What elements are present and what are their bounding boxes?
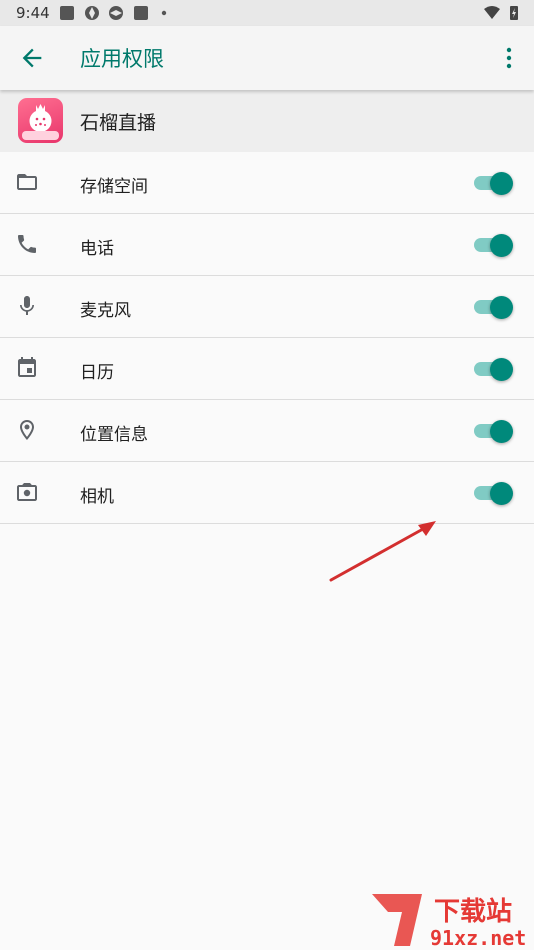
status-time: 9:44 [16, 4, 50, 22]
permission-label: 电话 [80, 239, 114, 259]
permission-list: 存储空间 电话 麦克风 日历 位置信息 相机 [0, 152, 534, 524]
permission-toggle[interactable] [474, 482, 514, 505]
app-header: 石榴直播 [0, 90, 534, 152]
permission-label: 日历 [80, 363, 114, 383]
permission-toggle[interactable] [474, 172, 514, 195]
permission-toggle[interactable] [474, 358, 514, 381]
calendar-icon [18, 357, 36, 377]
aperture-icon [109, 6, 123, 20]
logo-tag [22, 131, 59, 140]
permission-row-phone[interactable]: 电话 [0, 214, 534, 276]
permission-label: 相机 [80, 487, 114, 507]
permission-row-storage[interactable]: 存储空间 [0, 152, 534, 214]
permission-row-location[interactable]: 位置信息 [0, 400, 534, 462]
permission-toggle[interactable] [474, 234, 514, 257]
aperture-icon [85, 6, 99, 20]
more-options-icon[interactable] [497, 44, 521, 72]
watermark-logo: 下载站 91xz.net [372, 894, 526, 950]
square-notification-icon [60, 6, 74, 20]
permission-row-camera[interactable]: 相机 [0, 462, 534, 524]
location-pin-icon [20, 420, 34, 440]
dot-icon [161, 10, 167, 16]
battery-charging-icon [510, 6, 518, 20]
app-bar: 应用权限 [0, 26, 534, 90]
square-notification-icon [134, 6, 148, 20]
watermark-emblem-icon [372, 894, 422, 946]
watermark-title: 下载站 [434, 897, 512, 927]
app-name: 石榴直播 [80, 112, 157, 134]
toggle-thumb [490, 172, 513, 195]
camera-icon [17, 483, 37, 501]
app-logo [18, 98, 63, 143]
toggle-thumb [490, 482, 513, 505]
toggle-thumb [490, 234, 513, 257]
microphone-icon [20, 296, 34, 315]
status-bar: 9:44 [0, 0, 534, 26]
annotation-arrow [329, 521, 436, 582]
toggle-thumb [490, 420, 513, 443]
page-title: 应用权限 [80, 47, 164, 71]
permission-row-calendar[interactable]: 日历 [0, 338, 534, 400]
permission-label: 麦克风 [80, 301, 131, 321]
permission-row-microphone[interactable]: 麦克风 [0, 276, 534, 338]
phone-icon [18, 235, 36, 253]
permission-toggle[interactable] [474, 420, 514, 443]
permission-toggle[interactable] [474, 296, 514, 319]
watermark-site: 91xz.net [430, 926, 526, 950]
folder-icon [17, 174, 37, 190]
toggle-thumb [490, 358, 513, 381]
back-arrow-icon[interactable] [18, 44, 46, 72]
toggle-thumb [490, 296, 513, 319]
wifi-icon [484, 6, 500, 19]
permission-label: 位置信息 [80, 425, 148, 445]
permission-label: 存储空间 [80, 177, 148, 197]
